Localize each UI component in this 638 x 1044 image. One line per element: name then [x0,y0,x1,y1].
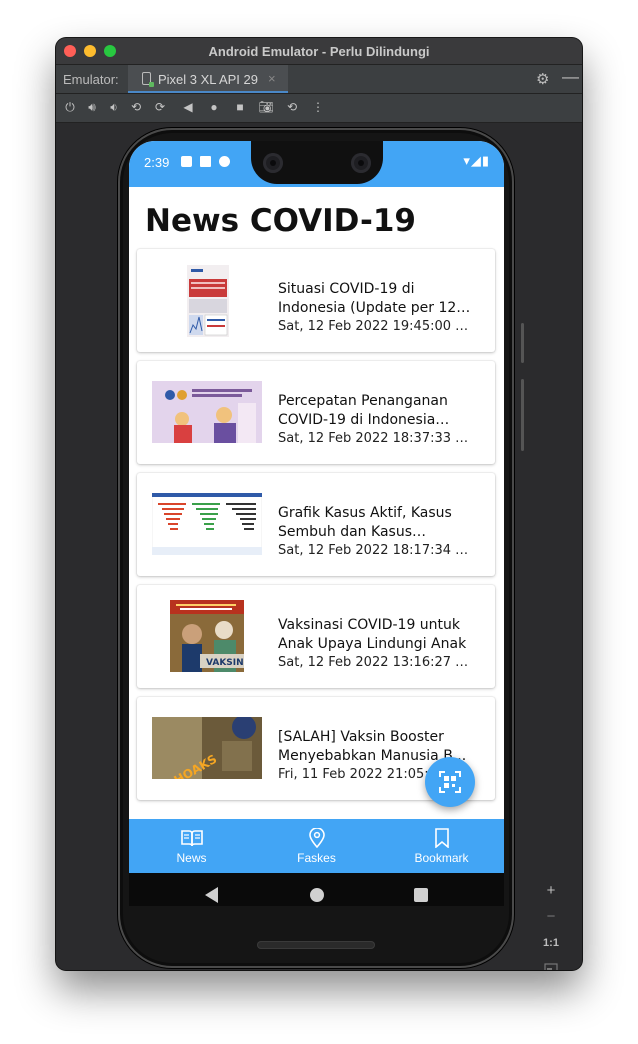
title-bar: Android Emulator - Perlu Dilindungi [56,38,582,65]
minimize-panel-icon[interactable]: — [562,67,579,87]
zoom-fit-button[interactable] [538,960,564,970]
power-icon[interactable]: ⏻ [62,99,78,115]
more-icon[interactable]: ⋮ [310,99,326,115]
system-recents-icon[interactable] [414,888,428,902]
page-title: News COVID-19 [145,203,416,239]
nav-item-faskes[interactable]: Faskes [254,819,379,873]
camera-icon[interactable]: 📷︎ [258,99,274,115]
qr-scan-button[interactable] [425,757,475,807]
svg-text:VAKSIN: VAKSIN [206,658,244,668]
tab-bar: Emulator: Pixel 3 XL API 29 × ⚙ — [56,65,582,94]
power-side-button [521,323,524,363]
close-tab-icon[interactable]: × [268,71,276,86]
front-camera-icon [351,153,371,173]
nav-label-news: News [176,851,207,865]
qr-scanner-icon [439,771,461,793]
tab-device[interactable]: Pixel 3 XL API 29 × [128,65,288,93]
book-icon [181,830,203,847]
news-card[interactable]: Situasi COVID-19 di Indonesia (Update pe… [137,249,495,352]
news-title: Grafik Kasus Aktif, Kasus Sembuh dan Kas… [278,505,452,540]
nav-item-news[interactable]: News [129,819,254,873]
news-title: Percepatan Penanganan COVID-19 di Indone… [278,393,448,428]
sync-icon [219,156,230,167]
zoom-actual-size-button[interactable]: 1:1 [538,932,564,954]
rotate-left-icon[interactable]: ⟲ [128,99,144,115]
news-thumbnail [152,381,262,443]
phone-screen: 2:39 ▾◢▮ News COVID-19 Situasi COVID-19 … [129,141,504,906]
bookmark-icon [435,828,449,848]
volume-down-icon[interactable]: 🔉︎ [106,99,122,115]
notification-a-icon [181,156,192,167]
rotate-right-icon[interactable]: ⟳ [152,99,168,115]
bottom-speaker [257,941,375,949]
status-time: 2:39 [144,155,170,170]
phone-icon [142,72,154,87]
news-card-text: Vaksinasi COVID-19 untuk Anak Upaya Lind… [278,616,476,672]
nav-item-bookmark[interactable]: Bookmark [379,819,504,873]
zoom-in-button[interactable]: + [538,880,564,902]
news-title: Situasi COVID-19 di Indonesia (Update pe… [278,281,457,316]
status-bar: 2:39 ▾◢▮ [129,141,504,187]
bottom-navigation: News Faskes Bookmark [129,819,504,873]
settings-gear-icon[interactable]: ⚙ [536,70,549,88]
news-card-text: Situasi COVID-19 di Indonesia (Update pe… [278,280,476,336]
front-camera-icon [263,153,283,173]
news-date: Sat, 12 Feb 2022 18:17:34 +0700 [278,543,476,558]
zoom-controls: + − 1:1 [538,880,564,970]
device-stage: 2:39 ▾◢▮ News COVID-19 Situasi COVID-19 … [56,123,582,970]
system-back-icon[interactable] [205,887,218,903]
news-date: Sat, 12 Feb 2022 19:45:00 +0700 [278,319,476,334]
emulator-window: Android Emulator - Perlu Dilindungi Emul… [56,38,582,970]
news-thumbnail: HOAKS [152,717,262,779]
system-navigation-bar [129,873,504,906]
news-card[interactable]: VAKSIN Vaksinasi COVID-19 untuk Anak Upa… [137,585,495,688]
news-card[interactable]: Grafik Kasus Aktif, Kasus Sembuh dan Kas… [137,473,495,576]
emulator-label: Emulator: [63,72,119,87]
news-card[interactable]: Percepatan Penanganan COVID-19 di Indone… [137,361,495,464]
fit-screen-icon [544,963,558,970]
back-icon[interactable]: ◀ [180,99,196,115]
news-date: Sat, 12 Feb 2022 18:37:33 +0700 [278,431,476,446]
nav-label-faskes: Faskes [297,851,336,865]
news-card-text: Percepatan Penanganan COVID-19 di Indone… [278,392,476,448]
overview-icon[interactable]: ■ [232,99,248,115]
sd-card-icon [200,156,211,167]
zoom-out-button[interactable]: − [538,906,564,928]
news-thumbnail [152,493,262,555]
notch [251,141,383,184]
news-title: Vaksinasi COVID-19 untuk Anak Upaya Lind… [278,617,467,652]
news-thumbnail [187,265,229,337]
news-date: Sat, 12 Feb 2022 13:16:27 +0700 [278,655,476,670]
volume-side-button [521,379,524,451]
home-icon[interactable]: ● [206,99,222,115]
news-thumbnail: VAKSIN [170,600,244,672]
window-title: Android Emulator - Perlu Dilindungi [208,44,430,59]
volume-up-icon[interactable]: 🔊︎ [84,99,100,115]
emulator-toolbar: ⏻ 🔊︎ 🔉︎ ⟲ ⟳ ◀ ● ■ 📷︎ ⟲ ⋮ [56,94,582,123]
location-pin-icon [309,828,325,848]
news-card-text: Grafik Kasus Aktif, Kasus Sembuh dan Kas… [278,504,476,560]
snapshot-icon[interactable]: ⟲ [284,99,300,115]
wifi-signal-battery-icon: ▾◢▮ [463,153,490,168]
system-home-icon[interactable] [310,888,324,902]
nav-label-bookmark: Bookmark [414,851,469,865]
device-tab-label: Pixel 3 XL API 29 [158,72,258,87]
